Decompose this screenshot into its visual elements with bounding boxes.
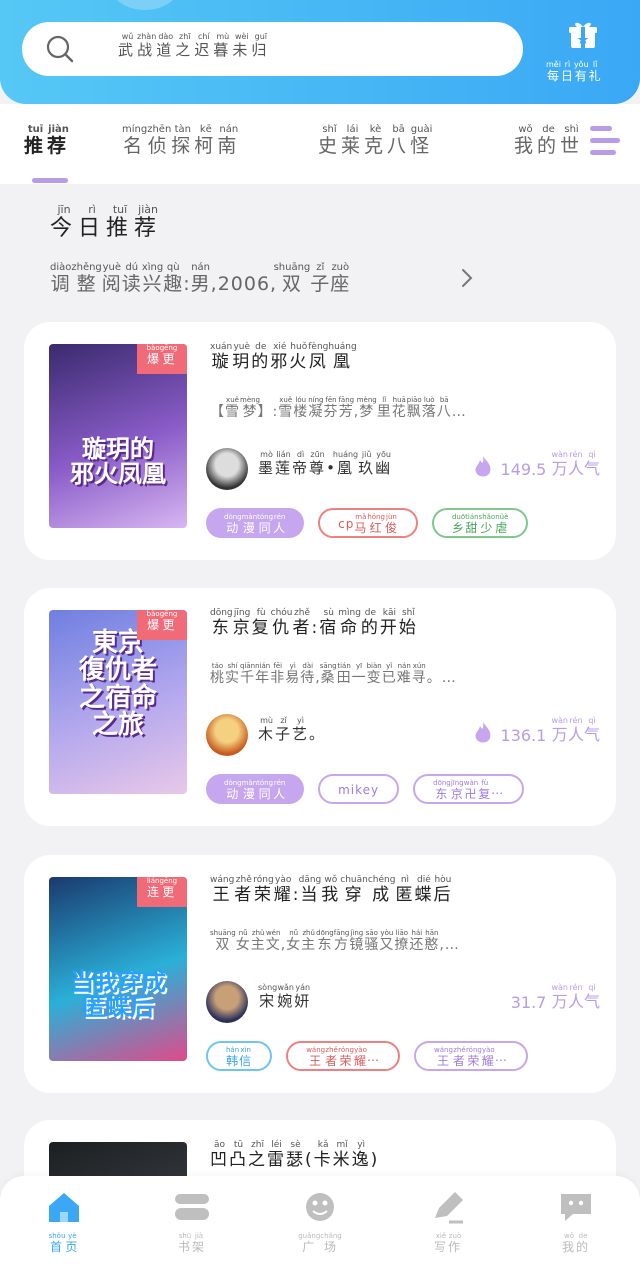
avatar[interactable] xyxy=(206,714,248,756)
tab-my-world[interactable]: 我wǒ的de世shì xyxy=(514,124,583,158)
bookshelf-icon xyxy=(175,1194,209,1220)
tab-detective-conan[interactable]: 名míng侦zhēn探tàn柯kē南nán xyxy=(122,124,240,158)
daily-gift-button[interactable]: 每měi日rì有yǒu礼lǐ xyxy=(542,18,628,96)
category-tabs: 推tuī荐jiàn 名míng侦zhēn探tàn柯kē南nán 史shǐ莱lái… xyxy=(0,104,640,184)
pen-icon xyxy=(435,1192,463,1224)
popularity-count: 136.1 万wàn 人rén 气qì xyxy=(473,716,600,745)
nav-write[interactable]: 写xiě作zuò xyxy=(408,1190,488,1255)
home-icon xyxy=(49,1193,79,1222)
header-decoration xyxy=(110,0,180,10)
popularity-count: 149.5 万wàn 人rén 气qì xyxy=(473,450,600,479)
cover-title: 東京 復仇者 之宿命 之旅 xyxy=(78,628,157,740)
tag[interactable]: 动dòng 漫màn 同tóng 人rén xyxy=(206,774,305,804)
book-title[interactable]: 璇xuán玥yuè的de邪xié火huǒ凤fèng凰huáng xyxy=(210,342,357,372)
tag-list: 动dòng 漫màn 同tóng 人rén mikey 东dōng 京jīng 卍wàn 复fù… xyxy=(206,774,525,804)
book-card[interactable]: 東京 復仇者 之宿命 之旅 爆bào更gēng 东dōng京jīng复fù仇chóu者zh… xyxy=(24,588,616,826)
tag[interactable]: mikey xyxy=(318,774,400,804)
tab-shrek-eight[interactable]: 史shǐ莱lái克kè八bā怪guài xyxy=(318,124,433,158)
update-badge: 连lián更gēng xyxy=(137,877,187,907)
reading-interest-link[interactable]: 调diào整zhěng阅yuè读dú兴xìng趣qù:男nán,2006,双sh… xyxy=(50,262,350,296)
tag[interactable]: cp 马mǎ 红hóng 俊jùn xyxy=(318,508,418,538)
avatar[interactable] xyxy=(206,448,248,490)
flame-icon xyxy=(475,456,491,477)
nav-mine[interactable]: 我wǒ的de xyxy=(536,1190,616,1255)
bottom-navigation: 首shǒu页yè 书shū架jià 广guǎng场chǎng 写xiě作zuò … xyxy=(0,1176,640,1267)
tag[interactable]: 东dōng 京jīng 卍wàn 复fù… xyxy=(413,774,525,804)
book-card[interactable]: 当我穿成 匿蝶后 连lián更gēng 王wáng者zhě荣róng耀yào:当dān… xyxy=(24,855,616,1093)
book-cover[interactable]: 東京 復仇者 之宿命 之旅 爆bào更gēng xyxy=(49,610,187,794)
chevron-right-icon[interactable] xyxy=(460,268,474,288)
section-title: 今jīn日rì推tuī荐jiàn xyxy=(50,203,163,241)
update-badge: 爆bào更gēng xyxy=(137,344,187,374)
nav-home[interactable]: 首shǒu页yè xyxy=(24,1190,104,1255)
tag[interactable]: 乡duō 甜tián 少shǎo 虐nüè xyxy=(431,508,529,538)
tag[interactable]: 王wáng 者zhě 荣róng 耀yào… xyxy=(414,1041,528,1071)
cover-title: 当我穿成 匿蝶后 xyxy=(70,967,166,1022)
planet-icon xyxy=(306,1193,334,1221)
book-description: 桃táo实shí千qiān年nián非fēi易yì待dài,桑sāng田tián… xyxy=(210,662,457,686)
book-description: 双shuāng女nǚ主zhǔ文wén,女nǚ主zhǔ东dōng方fāng镜jìn… xyxy=(210,929,460,953)
author-name[interactable]: 宋sòng婉wǎn妍yán xyxy=(258,983,311,1011)
tag[interactable]: 韩hán 信xìn xyxy=(206,1041,273,1071)
book-title[interactable]: 王wáng者zhě荣róng耀yào:当dāng我wǒ穿chuān成chéng匿… xyxy=(210,875,452,905)
update-badge: 爆bào更gēng xyxy=(137,610,187,640)
book-card[interactable]: 璇玥的 邪火凤凰 爆bào更gēng 璇xuán玥yuè的de邪xié火huǒ凤fèn… xyxy=(24,322,616,560)
top-header: 武wǔ战zhàn道dào之zhī迟chí暮mù未wèi归guī 每měi日rì有… xyxy=(0,0,640,104)
tag-list: 动dòng 漫màn 同tóng 人rén cp 马mǎ 红hóng 俊jùn 乡duō 甜tiá… xyxy=(206,508,529,538)
nav-bookshelf[interactable]: 书shū架jià xyxy=(152,1190,232,1255)
flame-icon xyxy=(475,722,491,743)
gift-icon xyxy=(569,22,597,48)
book-cover[interactable]: 当我穿成 匿蝶后 连lián更gēng xyxy=(49,877,187,1061)
tag[interactable]: 动dòng 漫màn 同tóng 人rén xyxy=(206,508,305,538)
author-name[interactable]: 墨mò莲lián帝dì尊zūn•凰huáng玖jiǔ幽yōu xyxy=(258,450,392,478)
book-cover[interactable]: 璇玥的 邪火凤凰 爆bào更gēng xyxy=(49,344,187,528)
profile-chat-icon xyxy=(561,1194,591,1221)
tag[interactable]: 王wáng 者zhě 荣róng 耀yào… xyxy=(286,1041,401,1071)
author-name[interactable]: 木mù子zǐ艺yì。 xyxy=(258,716,326,744)
search-bar[interactable]: 武wǔ战zhàn道dào之zhī迟chí暮mù未wèi归guī xyxy=(22,22,523,76)
book-title[interactable]: 凹āo凸tū之zhī雷léi瑟sè(卡kǎ米mǐ逸yì) xyxy=(210,1140,379,1170)
nav-plaza[interactable]: 广guǎng场chǎng xyxy=(280,1190,360,1255)
menu-icon[interactable] xyxy=(586,122,624,162)
cover-title: 璇玥的 邪火凤凰 xyxy=(70,434,166,489)
book-description: 【雪xuě梦mèng】:雪xuě楼lóu凝níng芬fēn芳fāng,梦mèng… xyxy=(210,396,467,420)
tab-recommend[interactable]: 推tuī荐jiàn xyxy=(24,124,70,158)
popularity-count: 31.7 万wàn 人rén 气qì xyxy=(510,983,600,1012)
search-placeholder: 武wǔ战zhàn道dào之zhī迟chí暮mù未wèi归guī xyxy=(118,32,271,59)
gift-label: 每měi日rì有yǒu礼lǐ xyxy=(546,60,602,83)
search-icon xyxy=(46,35,74,63)
book-title[interactable]: 东dōng京jīng复fù仇chóu者zhě:宿sù命mìng的de开kāi始s… xyxy=(210,608,418,638)
tag-list: 韩hán 信xìn 王wáng 者zhě 荣róng 耀yào… 王wáng 者zhě 荣rón… xyxy=(206,1041,528,1071)
active-tab-indicator xyxy=(32,178,68,183)
avatar[interactable] xyxy=(206,981,248,1023)
